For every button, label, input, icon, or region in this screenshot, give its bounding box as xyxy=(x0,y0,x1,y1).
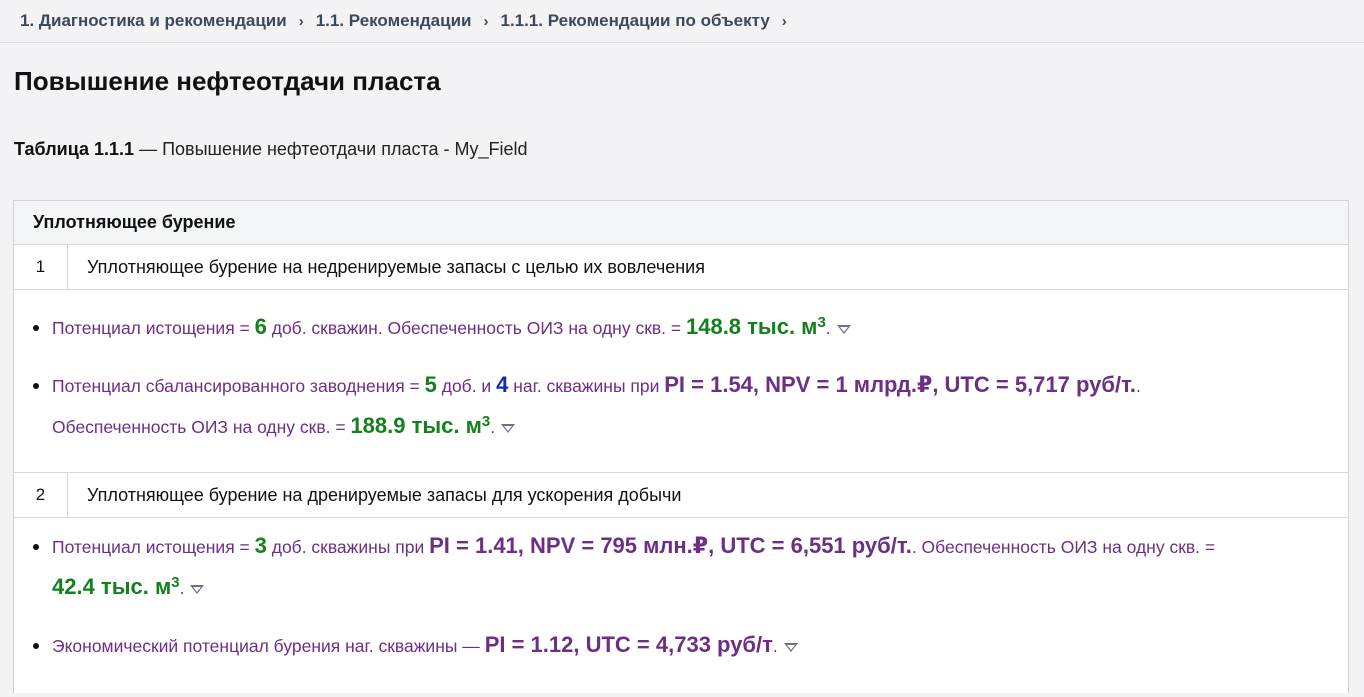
value-unit-superscript: 3 xyxy=(171,574,180,592)
value-reserves: 148.8 тыс. м xyxy=(685,314,818,339)
table-row: 2 Уплотняющее бурение на дренируемые зап… xyxy=(14,473,1348,518)
row-details: Потенциал истощения = 3 доб. скважины пр… xyxy=(14,518,1348,693)
list-item: Потенциал сбалансированного заводнения =… xyxy=(33,365,1348,447)
row-number: 1 xyxy=(14,245,68,289)
expand-triangle-icon[interactable] xyxy=(501,423,516,433)
value-reserves: 188.9 тыс. м xyxy=(350,413,482,438)
list-item: Потенциал истощения = 3 доб. скважины пр… xyxy=(33,526,1348,608)
bullet-text: . xyxy=(1136,376,1141,396)
breadcrumb-item-object-recommendations[interactable]: 1.1.1. Рекомендации по объекту xyxy=(501,11,770,31)
bullet-end: . xyxy=(179,578,185,598)
value-wells: 3 xyxy=(254,533,267,558)
chevron-right-icon: › xyxy=(781,12,787,30)
bullet-text: доб. и xyxy=(436,376,497,396)
bullet-text: наг. скважины при xyxy=(508,376,665,396)
list-item: Экономический потенциал бурения наг. скв… xyxy=(33,625,1348,666)
section-header: Уплотняющее бурение xyxy=(14,201,1348,245)
row-title: Уплотняющее бурение на недренируемые зап… xyxy=(87,256,705,277)
list-item: Потенциал истощения = 6 доб. скважин. Об… xyxy=(33,307,1348,348)
value-wells: 6 xyxy=(254,314,267,339)
recommendations-table: Уплотняющее бурение 1 Уплотняющее бурени… xyxy=(13,200,1349,693)
row-title: Уплотняющее бурение на дренируемые запас… xyxy=(87,484,682,505)
breadcrumb-item-recommendations[interactable]: 1.1. Рекомендации xyxy=(316,11,472,31)
bullet-text: Обеспеченность ОИЗ на одну скв. = xyxy=(52,417,351,437)
chevron-right-icon: › xyxy=(298,12,304,30)
table-caption-label: Таблица 1.1.1 xyxy=(14,139,135,159)
breadcrumb: 1. Диагностика и рекомендации › 1.1. Рек… xyxy=(20,8,799,34)
bullet-text: Потенциал сбалансированного заводнения = xyxy=(52,376,425,396)
table-row: 1 Уплотняющее бурение на недренируемые з… xyxy=(14,245,1348,290)
value-unit-superscript: 3 xyxy=(817,314,826,332)
breadcrumb-divider xyxy=(0,42,1364,43)
table-caption-text: — Повышение нефтеотдачи пласта - My_Fiel… xyxy=(134,139,528,159)
value-reserves: 42.4 тыс. м xyxy=(52,574,172,599)
expand-triangle-icon[interactable] xyxy=(783,642,798,652)
value-unit-superscript: 3 xyxy=(481,413,491,431)
value-economics: PI = 1.12, UTC = 4,733 руб/т xyxy=(484,632,773,657)
row-details: Потенциал истощения = 6 доб. скважин. Об… xyxy=(14,290,1348,473)
table-caption: Таблица 1.1.1 — Повышение нефтеотдачи пл… xyxy=(14,139,528,160)
breadcrumb-item-diagnostics[interactable]: 1. Диагностика и рекомендации xyxy=(20,11,287,31)
expand-triangle-icon[interactable] xyxy=(836,324,851,334)
bullet-text: Потенциал истощения = xyxy=(52,537,255,557)
row-number: 2 xyxy=(14,473,68,517)
value-injection-wells: 4 xyxy=(496,372,509,397)
bullet-text: доб. скважин. Обеспеченность ОИЗ на одну… xyxy=(266,318,686,338)
value-production-wells: 5 xyxy=(424,372,437,397)
page-title: Повышение нефтеотдачи пласта xyxy=(14,66,441,96)
value-economics: PI = 1.54, NPV = 1 млрд.₽, UTC = 5,717 р… xyxy=(664,372,1137,397)
bullet-end: . xyxy=(825,318,831,338)
bullet-text: . Обеспеченность ОИЗ на одну скв. = xyxy=(911,537,1216,557)
bullet-end: . xyxy=(772,636,778,656)
value-economics: PI = 1.41, NPV = 795 млн.₽, UTC = 6,551 … xyxy=(429,533,912,558)
chevron-right-icon: › xyxy=(483,12,489,30)
bullet-text: Потенциал истощения = xyxy=(52,318,255,338)
expand-triangle-icon[interactable] xyxy=(190,584,205,594)
bullet-text: Экономический потенциал бурения наг. скв… xyxy=(52,636,485,656)
bullet-end: . xyxy=(490,417,496,437)
bullet-text: доб. скважины при xyxy=(266,537,430,557)
